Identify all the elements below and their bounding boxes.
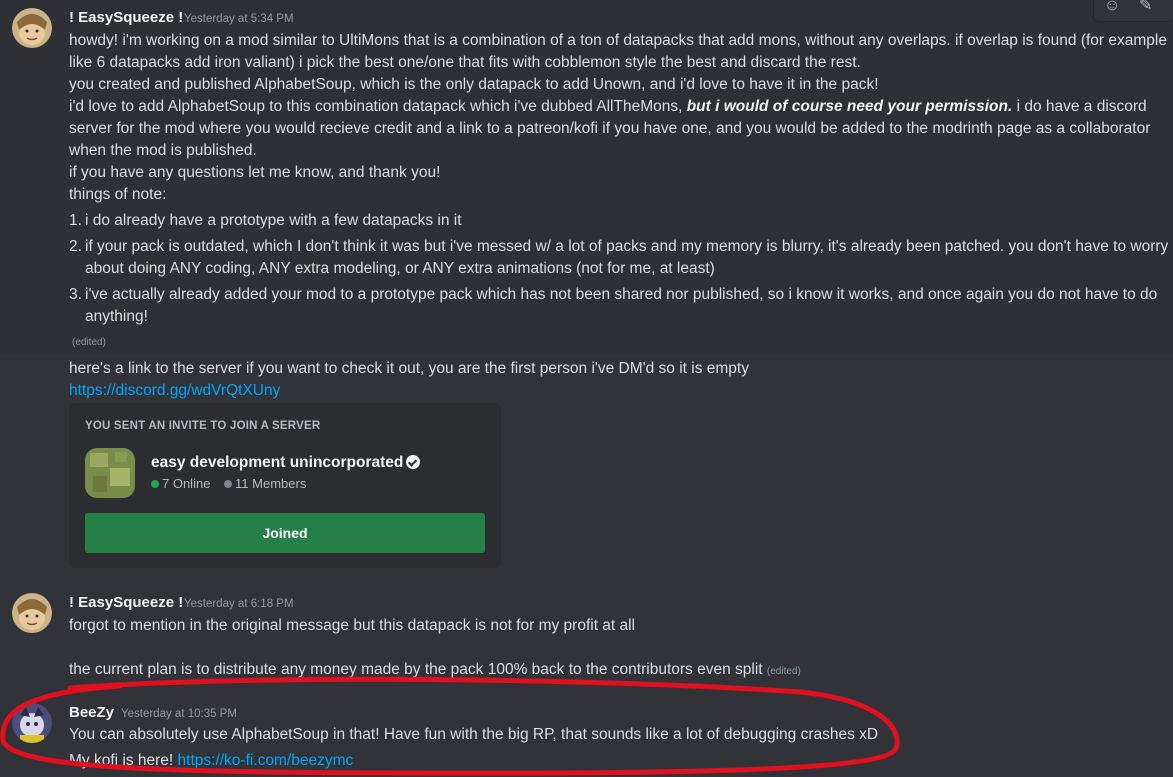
timestamp: Yesterday at 6:18 PM	[184, 598, 294, 610]
message-text-segment: i do have a discord	[1012, 98, 1147, 115]
message-text: when the mod is published.	[69, 142, 257, 159]
author-name[interactable]: ! EasySqueeze !	[69, 8, 183, 28]
list-item: 3. i've actually already added your mod t…	[69, 284, 1157, 306]
invite-link[interactable]: https://discord.gg/wdVrQtXUny	[69, 380, 280, 402]
online-dot-icon	[151, 480, 159, 488]
edited-label: (edited)	[72, 337, 106, 348]
verified-icon	[406, 455, 421, 469]
list-item-text: anything!	[85, 308, 148, 325]
server-stats: 7 Online 11 Members	[151, 476, 306, 492]
list-number: 1.	[69, 212, 82, 229]
server-name-text[interactable]: easy development unincorporated	[151, 454, 403, 471]
message-text: like 6 datapacks add iron valiant) i pic…	[69, 54, 861, 71]
avatar[interactable]	[12, 8, 52, 48]
invite-link-anchor[interactable]: https://discord.gg/wdVrQtXUny	[69, 382, 280, 399]
message-text-segment: i'd love to add AlphabetSoup to this com…	[69, 98, 687, 115]
server-invite-card: YOU SENT AN INVITE TO JOIN A SERVER easy…	[69, 403, 501, 568]
message-text: howdy! i'm working on a mod similar to U…	[69, 32, 1167, 49]
emphasis-text: but i would of course need your permissi…	[686, 98, 1013, 115]
list-item-text: if your pack is outdated, which I don't …	[85, 238, 1169, 255]
online-count: 7 Online	[162, 476, 211, 491]
add-reaction-icon[interactable]: ☺	[1104, 0, 1120, 17]
list-item: 1. i do already have a prototype with a f…	[69, 210, 462, 232]
message-text: forgot to mention in the original messag…	[69, 617, 636, 634]
timestamp: Yesterday at 5:34 PM	[184, 13, 294, 25]
message-text: things of note:	[69, 186, 167, 203]
list-item-text: i've actually already added your mod to …	[85, 286, 1158, 303]
server-name[interactable]: easy development unincorporated	[151, 453, 421, 473]
list-item-text: about doing ANY coding, ANY extra modeli…	[85, 260, 715, 277]
members-dot-icon	[224, 480, 233, 488]
author-name[interactable]: ! EasySqueeze !	[69, 593, 183, 613]
edit-icon[interactable]: ✎	[1139, 0, 1152, 17]
invite-header: YOU SENT AN INVITE TO JOIN A SERVER	[85, 420, 321, 432]
list-number: 2.	[69, 238, 82, 255]
avatar[interactable]	[12, 593, 52, 633]
list-number: 3.	[69, 286, 82, 303]
message-text: if you have any questions let me know, a…	[69, 164, 441, 181]
message-hover-toolbar: ☺ ✎	[1093, 0, 1173, 22]
list-item: 2. if your pack is outdated, which I don'…	[69, 236, 1168, 258]
joined-button[interactable]: Joined	[85, 513, 485, 553]
server-icon[interactable]	[85, 448, 135, 498]
message-text: server for the mod where you would recie…	[69, 120, 1151, 137]
message-text: i'd love to add AlphabetSoup to this com…	[69, 96, 1147, 118]
list-item-text: i do already have a prototype with a few…	[85, 212, 462, 229]
red-annotation-circle	[0, 676, 900, 776]
message-text: here's a link to the server if you want …	[69, 360, 749, 377]
message-text: you created and published AlphabetSoup, …	[69, 76, 879, 93]
member-count: 11 Members	[235, 476, 307, 491]
